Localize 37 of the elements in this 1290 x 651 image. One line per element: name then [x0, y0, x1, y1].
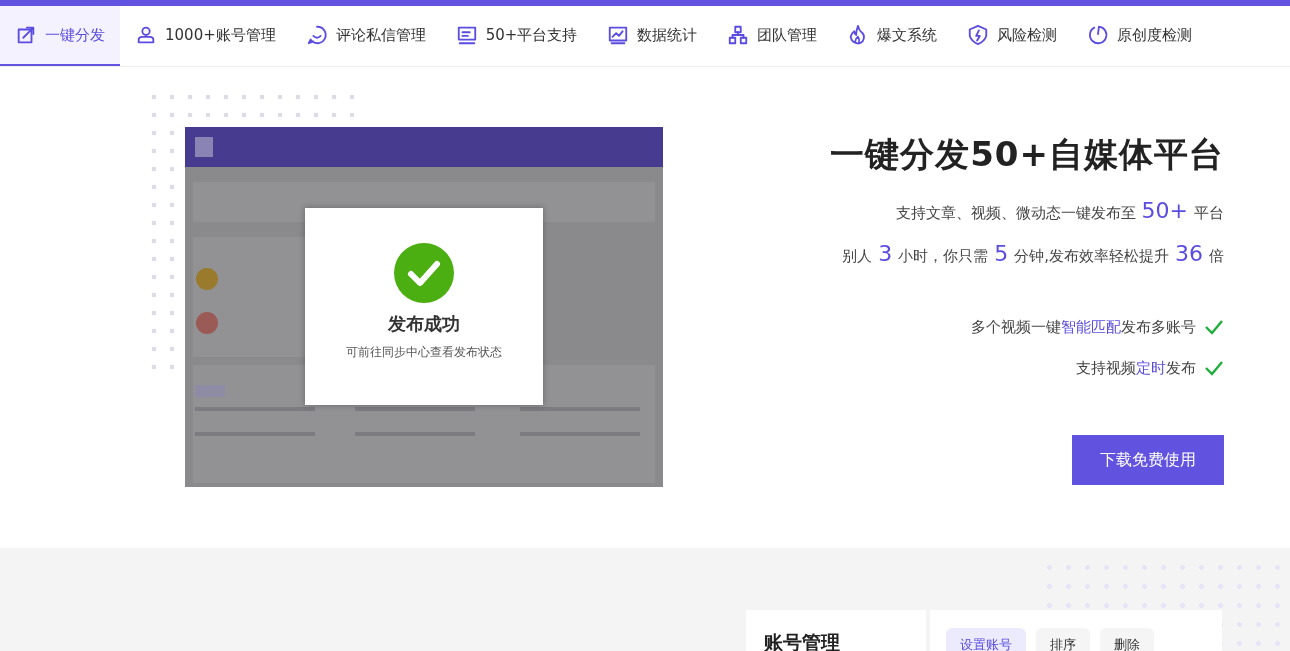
highlight-number: 36 [1175, 240, 1203, 268]
nav-tab[interactable]: 原创度检测 [1072, 6, 1208, 66]
highlight-number: 5 [994, 240, 1009, 268]
feature-text: 多个视频一键智能匹配发布多账号 [971, 317, 1196, 338]
tagline-text: 小时，你只需 [898, 246, 989, 267]
tagline-text: 分钟,发布效率轻松提升 [1014, 246, 1169, 267]
highlight-number: 50+ [1141, 197, 1188, 225]
shield-icon [967, 24, 990, 46]
nav-tab[interactable]: 数据统计 [592, 6, 713, 66]
dialog-message: 可前往同步中心查看发布状态 [346, 344, 502, 361]
feature-text: 支持视频定时发布 [1076, 357, 1196, 379]
download-button[interactable]: 下载免费使用 [1072, 435, 1224, 485]
nav-tab[interactable]: 爆文系统 [832, 6, 953, 66]
tagline-text: 别人 [842, 246, 873, 267]
tagline-text: 支持文章、视频、微动态一键发布至 [895, 203, 1136, 224]
share-icon [15, 24, 37, 46]
action-button[interactable]: 排序 [1036, 628, 1090, 651]
team-icon [727, 24, 750, 46]
monitor-icon [455, 24, 478, 46]
success-check-icon [393, 242, 455, 304]
chat-icon [305, 24, 328, 46]
nav-tab[interactable]: 1000+账号管理 [120, 6, 291, 66]
nav-tab[interactable]: 一键分发 [0, 6, 120, 66]
nav-tab[interactable]: 评论私信管理 [290, 6, 441, 66]
chart-icon [607, 24, 630, 46]
user-icon [135, 24, 157, 46]
dialog-title: 发布成功 [388, 312, 460, 336]
nav-tab[interactable]: 团队管理 [712, 6, 833, 66]
action-button[interactable]: 删除 [1100, 628, 1154, 651]
nav-tab[interactable]: 50+平台支持 [440, 6, 593, 66]
progress-icon [1087, 24, 1110, 46]
hero-title: 一键分发50+自媒体平台 [830, 133, 1224, 176]
action-button[interactable]: 设置账号 [946, 628, 1026, 651]
nav-tab[interactable]: 风险检测 [952, 6, 1073, 66]
highlight-number: 3 [878, 240, 893, 268]
tagline-text: 平台 [1194, 203, 1224, 224]
tagline-text: 倍 [1209, 246, 1224, 267]
